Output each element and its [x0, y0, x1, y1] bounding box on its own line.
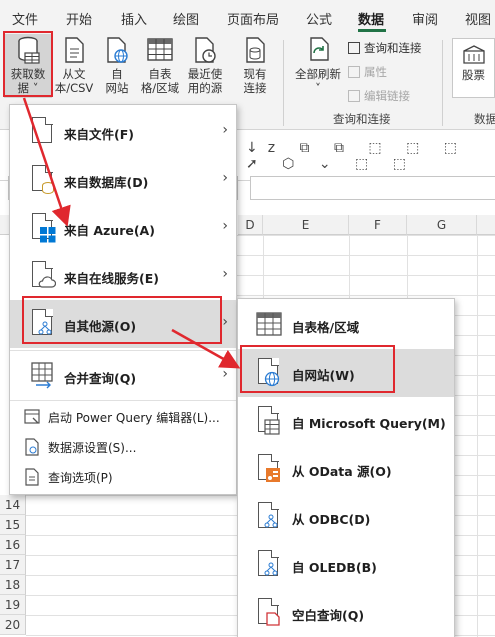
annotation-arrows	[22, 97, 241, 369]
arrow-to-other-sources	[22, 97, 71, 227]
arrow-to-from-web	[171, 328, 241, 369]
excel-window: 文件 开始 插入 绘图 页面布局 公式 数据 审阅 视图 获取数 据 ˅ 从文 …	[0, 0, 495, 637]
